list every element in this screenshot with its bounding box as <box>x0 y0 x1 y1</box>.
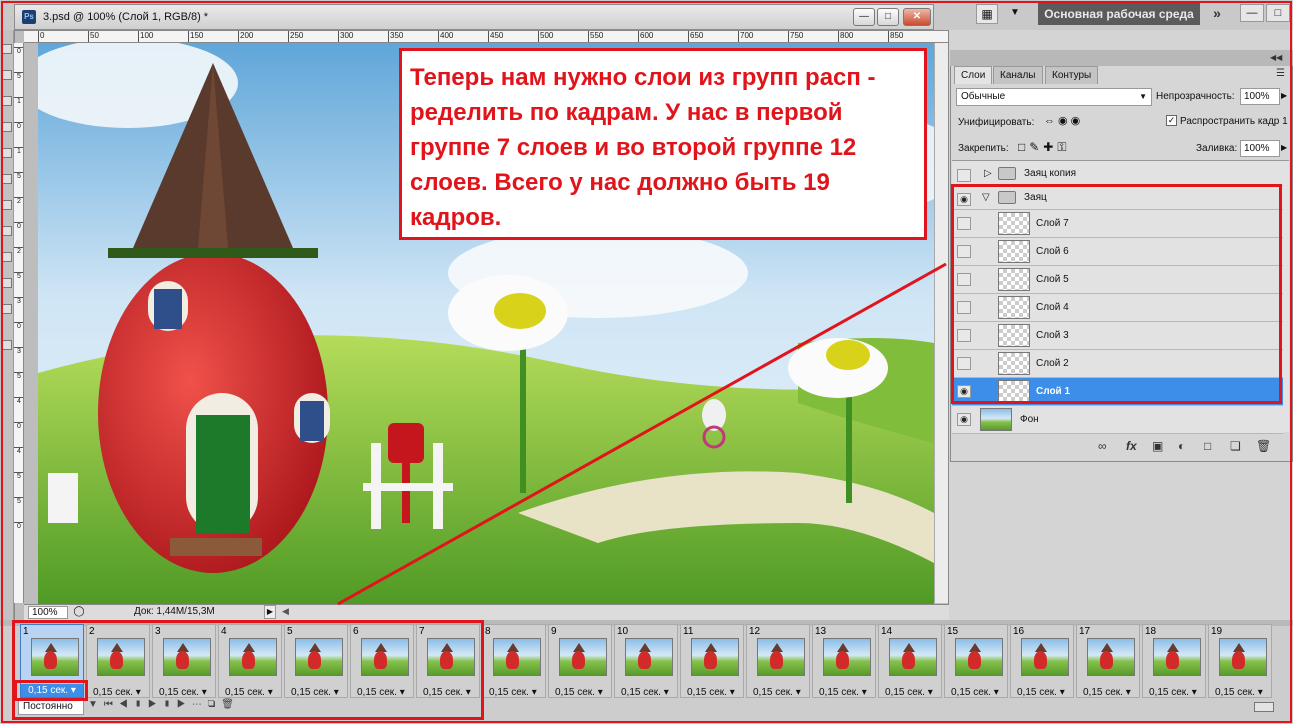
screenshot-border <box>1 1 1292 723</box>
